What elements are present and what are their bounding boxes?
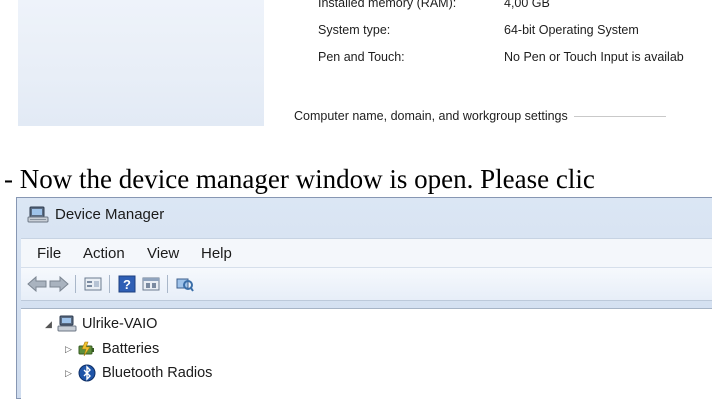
svg-text:?: ?: [123, 277, 131, 292]
sys-label-system-type: System type:: [318, 23, 391, 37]
instruction-text: - Now the device manager window is open.…: [4, 164, 595, 194]
sys-row-memory: Installed memory (RAM): 4,00 GB: [318, 0, 550, 10]
computer-icon: [57, 315, 77, 333]
sys-value-memory: 4,00 GB: [504, 0, 550, 10]
tree-item-bluetooth[interactable]: ▷ Bluetooth Radios: [65, 364, 212, 382]
sys-row-pen-touch: Pen and Touch: No Pen or Touch Input is a…: [318, 50, 684, 64]
section-divider: [573, 115, 666, 117]
tree-root[interactable]: ◢ Ulrike-VAIO: [45, 315, 157, 333]
tree-root-label: Ulrike-VAIO: [82, 316, 158, 332]
forward-arrow-icon[interactable]: [49, 274, 69, 294]
help-icon[interactable]: ?: [117, 274, 137, 294]
scan-hardware-icon[interactable]: [175, 274, 195, 294]
menu-bar: File Action View Help: [21, 238, 712, 267]
view-icon[interactable]: [141, 274, 161, 294]
sys-label-pen-touch: Pen and Touch:: [318, 50, 405, 64]
device-manager-icon: [27, 206, 49, 224]
sys-value-pen-touch: No Pen or Touch Input is availab: [504, 50, 684, 64]
computer-name-section-heading: Computer name, domain, and workgroup set…: [294, 109, 666, 123]
system-sidebar: [18, 0, 264, 126]
system-properties-panel: Installed memory (RAM): 4,00 GB System ty…: [0, 0, 712, 134]
properties-icon[interactable]: [83, 274, 103, 294]
device-tree: ◢ Ulrike-VAIO ▷ Batteries ▷ Bluetooth Ra…: [21, 308, 712, 399]
tree-item-batteries-label: Batteries: [102, 341, 160, 357]
toolbar-separator: [75, 275, 76, 293]
tree-item-bluetooth-label: Bluetooth Radios: [102, 365, 213, 381]
back-arrow-icon[interactable]: [27, 274, 47, 294]
sys-row-system-type: System type: 64-bit Operating System: [318, 23, 639, 37]
menu-view[interactable]: View: [147, 245, 179, 262]
menu-help[interactable]: Help: [201, 245, 232, 262]
expand-arrow-icon[interactable]: ▷: [65, 368, 77, 379]
window-title: Device Manager: [55, 206, 165, 223]
toolbar-separator: [167, 275, 168, 293]
toolbar-separator: [109, 275, 110, 293]
toolbar: ?: [21, 267, 712, 301]
menu-file[interactable]: File: [37, 245, 61, 262]
section-heading-text: Computer name, domain, and workgroup set…: [294, 109, 568, 123]
tree-item-batteries[interactable]: ▷ Batteries: [65, 340, 159, 358]
bluetooth-icon: [77, 364, 97, 382]
title-bar[interactable]: Device Manager: [17, 198, 712, 232]
sys-label-memory: Installed memory (RAM):: [318, 0, 457, 10]
expand-arrow-icon[interactable]: ▷: [65, 344, 77, 355]
collapse-arrow-icon[interactable]: ◢: [45, 319, 57, 330]
device-manager-window: Device Manager File Action View Help ? ◢…: [16, 197, 712, 399]
battery-icon: [77, 340, 97, 358]
menu-action[interactable]: Action: [83, 245, 125, 262]
sys-value-system-type: 64-bit Operating System: [504, 23, 639, 37]
